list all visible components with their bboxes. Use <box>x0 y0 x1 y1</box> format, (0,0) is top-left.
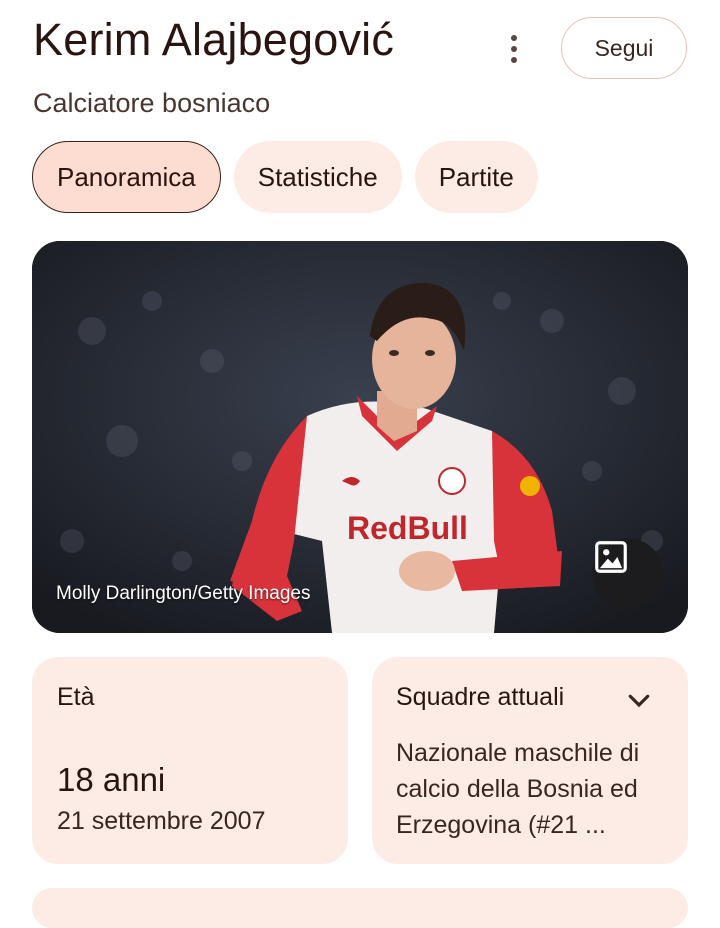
tab-bar: Panoramica Statistiche Partite <box>32 141 538 213</box>
player-illustration: RedBull <box>32 241 688 633</box>
current-teams-value: Nazionale maschile di calcio della Bosni… <box>396 739 640 839</box>
age-label: Età <box>57 683 95 711</box>
next-card[interactable] <box>32 888 688 928</box>
image-gallery-button[interactable] <box>592 538 663 609</box>
follow-button[interactable]: Segui <box>561 17 687 79</box>
birth-date: 21 settembre 2007 <box>57 807 266 835</box>
tab-panoramica[interactable]: Panoramica <box>32 141 221 213</box>
current-teams-card[interactable]: Squadre attuali Nazionale maschile di ca… <box>372 657 688 864</box>
image-icon <box>595 541 627 573</box>
player-name: Kerim Alajbegović <box>33 14 395 65</box>
age-card[interactable]: Età 18 anni 21 settembre 2007 <box>32 657 348 864</box>
jersey-sponsor-text: RedBull <box>347 510 468 546</box>
tab-partite[interactable]: Partite <box>414 141 538 213</box>
tab-statistiche[interactable]: Statistiche <box>233 141 402 213</box>
photo-credit: Molly Darlington/Getty Images <box>56 583 311 604</box>
more-options-icon[interactable] <box>498 30 530 68</box>
player-photo[interactable]: RedBull Molly Darlington/Getty Images <box>32 241 688 633</box>
player-description: Calciatore bosniaco <box>33 88 271 118</box>
age-value: 18 anni <box>57 761 166 798</box>
chevron-down-icon[interactable] <box>624 685 654 715</box>
current-teams-label: Squadre attuali <box>396 683 565 711</box>
